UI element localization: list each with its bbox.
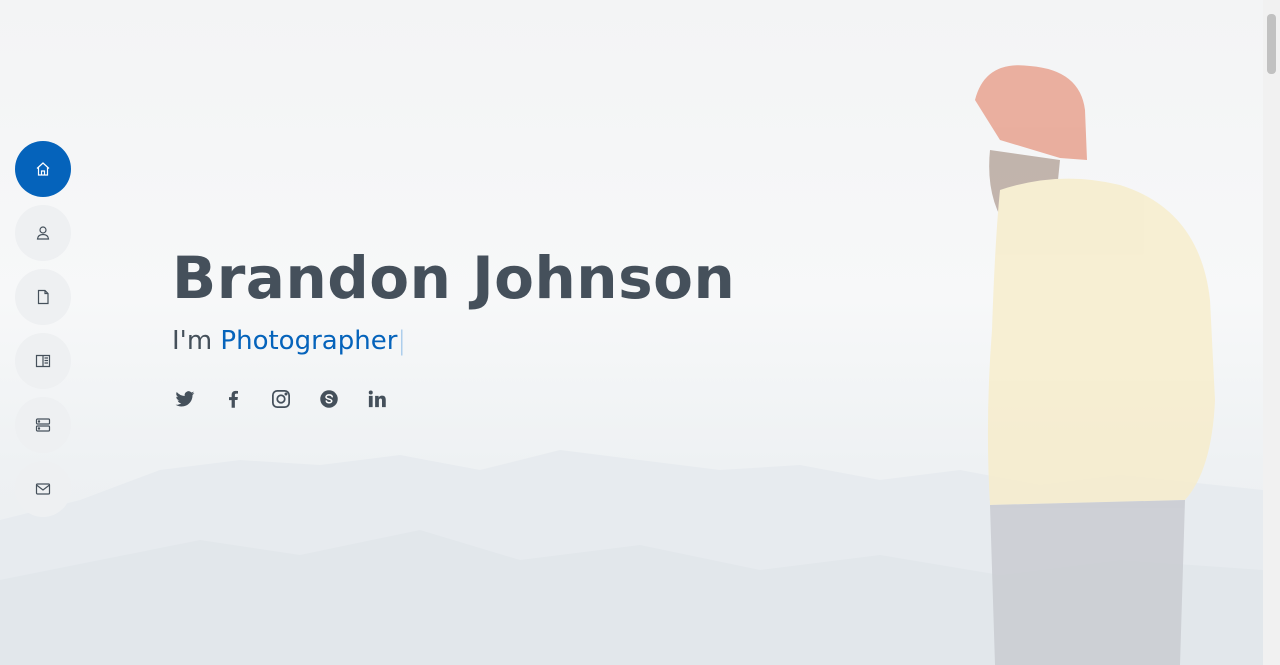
page-scrollbar[interactable] xyxy=(1263,0,1280,665)
hero-name: Brandon Johnson xyxy=(172,244,736,312)
nav-about-button[interactable] xyxy=(15,205,71,261)
social-links xyxy=(174,388,735,410)
twitter-icon xyxy=(175,391,195,407)
typing-cursor: | xyxy=(397,326,407,356)
facebook-link[interactable] xyxy=(222,388,244,410)
scrollbar-thumb[interactable] xyxy=(1267,14,1276,74)
nav-contact-button[interactable] xyxy=(15,461,71,517)
side-nav xyxy=(15,141,71,517)
instagram-link[interactable] xyxy=(270,388,292,410)
person-icon xyxy=(36,226,50,240)
nav-home-button[interactable] xyxy=(15,141,71,197)
twitter-link[interactable] xyxy=(174,388,196,410)
nav-services-button[interactable] xyxy=(15,397,71,453)
linkedin-link[interactable] xyxy=(366,388,388,410)
file-icon xyxy=(37,289,49,305)
role-prefix: I'm xyxy=(172,326,221,356)
skype-icon xyxy=(320,390,338,408)
facebook-icon xyxy=(229,390,238,408)
role-typed-text: Photographer xyxy=(220,326,398,356)
book-icon xyxy=(35,354,51,368)
nav-portfolio-button[interactable] xyxy=(15,333,71,389)
nav-resume-button[interactable] xyxy=(15,269,71,325)
linkedin-icon xyxy=(368,390,386,408)
instagram-icon xyxy=(272,390,290,408)
envelope-icon xyxy=(35,483,51,495)
home-icon xyxy=(36,162,50,176)
skype-link[interactable] xyxy=(318,388,340,410)
server-icon xyxy=(35,418,51,432)
hero-content: Brandon Johnson I'm Photographer| xyxy=(172,240,735,410)
hero-role: I'm Photographer| xyxy=(172,324,735,358)
